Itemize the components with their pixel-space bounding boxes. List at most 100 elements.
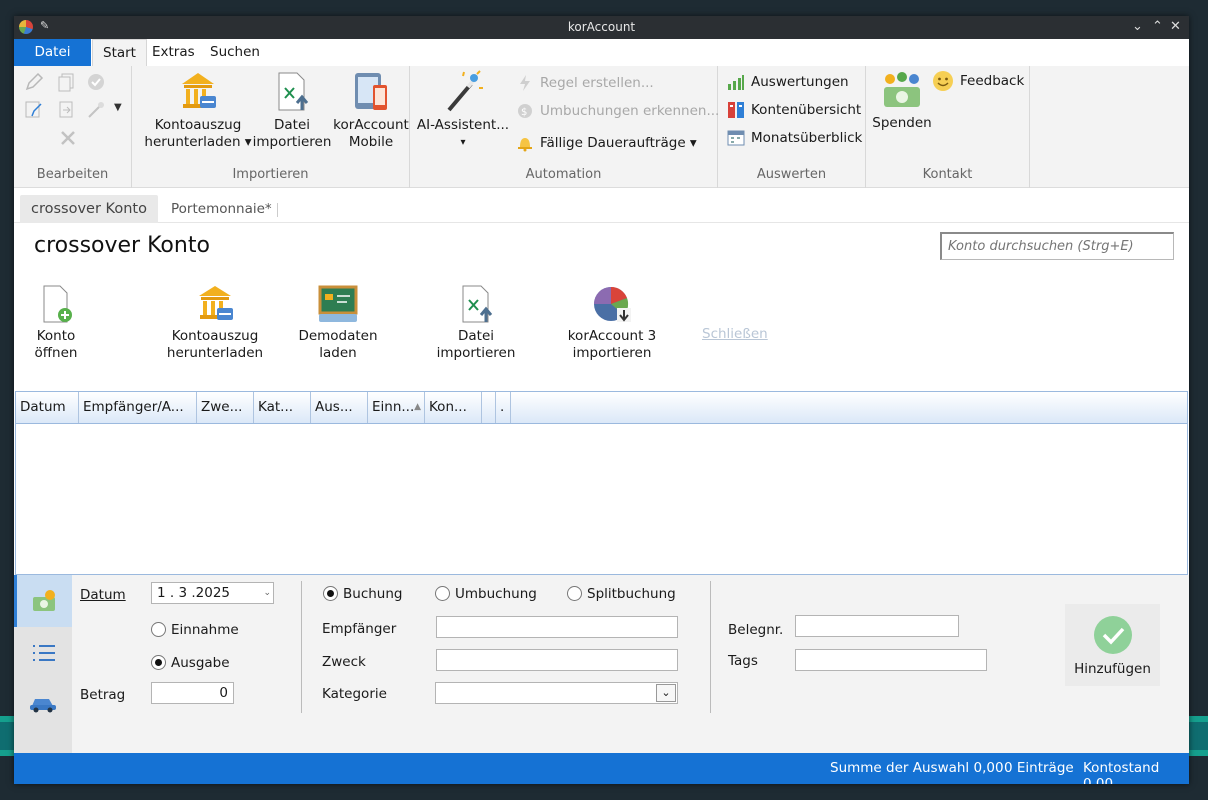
column-konto[interactable]: Kon... <box>425 392 482 423</box>
group-label-auswerten: Auswerten <box>756 167 827 182</box>
splitbuchung-radio[interactable]: Splitbuchung <box>567 585 676 603</box>
window-title: korAccount <box>567 20 636 34</box>
check-circle-icon[interactable] <box>86 72 106 92</box>
umbuchungen-erkennen-button[interactable]: $ Umbuchungen erkennen... <box>516 100 719 122</box>
betrag-field[interactable]: 0 <box>151 682 234 704</box>
zweck-field[interactable] <box>436 649 678 671</box>
kontenuebersicht-button[interactable]: Kontenübersicht <box>727 99 861 121</box>
ausgabe-radio[interactable]: Ausgabe <box>151 654 230 672</box>
mobile-devices-icon <box>355 73 387 110</box>
column-einnahme[interactable]: Einn... ▲ <box>368 392 425 423</box>
konto-oeffnen-button[interactable]: Konto öffnen <box>26 284 86 362</box>
import-file-icon <box>278 72 309 111</box>
datei-importieren-button[interactable]: Datei importieren <box>252 70 332 151</box>
umbuchung-radio[interactable]: Umbuchung <box>435 585 537 603</box>
kontoauszug-label-2: herunterladen ▾ <box>144 134 252 150</box>
group-auswerten: Auswertungen Kontenübersicht Monatsüberb… <box>718 66 866 188</box>
document-tab-bar: crossover Konto Portemonnaie* <box>14 189 1189 223</box>
tags-field[interactable] <box>795 649 987 671</box>
spenden-button[interactable]: Spenden <box>872 70 932 132</box>
chevron-down-icon[interactable]: ▼ <box>114 102 122 113</box>
bank-icon <box>182 73 216 108</box>
demo-board-icon <box>318 285 358 322</box>
bar-chart-icon <box>727 73 745 91</box>
column-datum[interactable]: Datum <box>16 392 79 423</box>
konto-search-input[interactable] <box>940 232 1174 260</box>
pie-import-icon <box>594 286 631 322</box>
column-ausgabe[interactable]: Aus... <box>311 392 368 423</box>
status-summe: Summe der Auswahl 0,00 <box>830 760 1004 776</box>
maximize-icon[interactable]: ⌃ <box>1152 19 1163 34</box>
datei-label-2: importieren <box>252 134 332 150</box>
group-bearbeiten: ▼ Bearbeiten <box>14 66 132 188</box>
copy-icon[interactable] <box>57 72 77 92</box>
tab-extras[interactable]: Extras <box>142 39 205 66</box>
donate-icon <box>884 72 920 107</box>
belegnr-label: Belegnr. <box>728 622 784 638</box>
table-header: Datum Empfänger/A... Zwe... Kat... Aus..… <box>16 392 1187 424</box>
tab-datei[interactable]: Datei <box>14 39 91 66</box>
side-nav-booking[interactable] <box>14 575 72 627</box>
car-icon[interactable] <box>29 693 57 713</box>
chevron-down-icon[interactable]: ⌄ <box>656 684 676 702</box>
tab-start[interactable]: Start <box>92 39 147 66</box>
editor-divider <box>301 581 302 713</box>
datei-importieren-action[interactable]: Datei importieren <box>432 284 520 362</box>
magic-tool-icon[interactable] <box>86 100 106 120</box>
tags-label: Tags <box>728 653 758 669</box>
column-empfaenger[interactable]: Empfänger/A... <box>79 392 197 423</box>
kategorie-select[interactable]: ⌄ <box>435 682 678 704</box>
mobile-label-1: korAccount <box>333 117 409 133</box>
einnahme-radio[interactable]: Einnahme <box>151 621 239 639</box>
column-zweck[interactable]: Zwe... <box>197 392 254 423</box>
ai-assistent-button[interactable]: AI-Assistent... ▾ <box>416 70 510 151</box>
schliessen-link[interactable]: Schließen <box>702 326 768 342</box>
koraccount3-importieren-button[interactable]: korAccount 3 importieren <box>562 284 662 362</box>
kontoauszug-herunterladen-button[interactable]: Kontoauszug herunterladen ▾ <box>144 70 252 151</box>
faellige-dauerauftraege-button[interactable]: Fällige Daueraufträge ▾ <box>516 132 697 154</box>
empfaenger-field[interactable] <box>436 616 678 638</box>
kategorie-label: Kategorie <box>322 686 387 702</box>
list-icon[interactable] <box>31 643 57 663</box>
group-automation: AI-Assistent... ▾ Regel erstellen... $ Um… <box>410 66 719 188</box>
tab-suchen[interactable]: Suchen <box>200 39 270 66</box>
feedback-button[interactable]: Feedback <box>932 70 1024 92</box>
group-label-kontakt: Kontakt <box>922 167 973 182</box>
calendar-icon <box>727 129 745 147</box>
close-icon[interactable]: ✕ <box>1170 19 1181 34</box>
doc-tab-portemonnaie[interactable]: Portemonnaie* <box>160 195 283 223</box>
koraccount-mobile-button[interactable]: korAccount Mobile <box>332 70 410 151</box>
regel-erstellen-button[interactable]: Regel erstellen... <box>516 72 654 94</box>
ai-label: AI-Assistent... <box>416 117 510 133</box>
auswertungen-button[interactable]: Auswertungen <box>727 71 849 93</box>
edit-document-icon[interactable] <box>24 100 44 120</box>
ribbon-tab-bar: Datei Start Extras Suchen <box>14 39 1189 66</box>
bell-icon <box>516 134 534 152</box>
chevron-down-icon[interactable]: ⌄ <box>1132 19 1143 34</box>
column-blank[interactable] <box>482 392 496 423</box>
belegnr-field[interactable] <box>795 615 959 637</box>
buchung-radio[interactable]: Buchung <box>323 585 402 603</box>
hinzufuegen-button[interactable]: Hinzufügen <box>1065 604 1160 686</box>
doc-tab-crossover-konto[interactable]: crossover Konto <box>20 195 158 223</box>
empfaenger-label: Empfänger <box>322 621 397 637</box>
demodaten-laden-button[interactable]: Demodaten laden <box>294 284 382 362</box>
monatsueberblick-button[interactable]: Monatsüberblick <box>727 127 862 149</box>
bank-icon <box>199 286 233 320</box>
import-file-icon <box>462 285 493 323</box>
move-document-icon[interactable] <box>57 100 77 120</box>
column-kategorie[interactable]: Kat... <box>254 392 311 423</box>
pencil-icon[interactable] <box>24 72 44 92</box>
page-title: crossover Konto <box>34 233 210 258</box>
kontoauszug-herunterladen-action[interactable]: Kontoauszug herunterladen <box>164 284 266 362</box>
transfer-icon: $ <box>516 102 534 120</box>
group-importieren: Kontoauszug herunterladen ▾ Datei import… <box>132 66 410 188</box>
datei-label-1: Datei <box>273 117 311 133</box>
delete-icon[interactable] <box>58 128 78 148</box>
datum-field[interactable]: 1 . 3 .2025 ⌄ <box>151 582 274 604</box>
column-extra[interactable]: . <box>496 392 511 423</box>
kontoauszug-label-1: Kontoauszug <box>154 117 242 133</box>
calendar-dropdown-icon[interactable]: ⌄ <box>263 583 271 603</box>
open-account-icon <box>43 285 72 323</box>
money-icon <box>33 590 55 611</box>
